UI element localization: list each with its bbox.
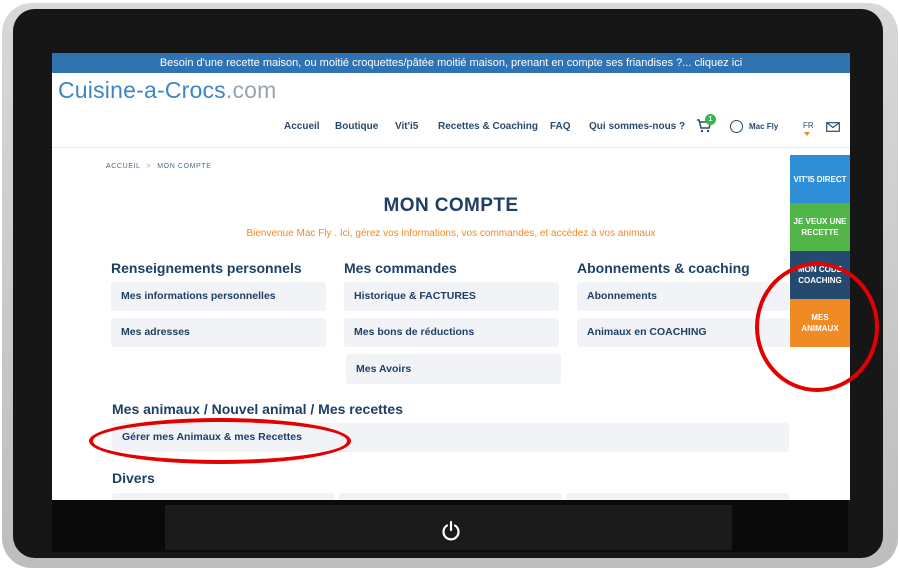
link-mes-avoirs[interactable]: Mes Avoirs [346,354,561,384]
link-mes-informations[interactable]: Mes informations personnelles [111,282,326,311]
logo-suffix: .com [225,77,277,103]
user-icon[interactable] [730,120,743,133]
mail-icon[interactable] [826,122,840,132]
breadcrumb: ACCUEIL > MON COMPTE [106,163,211,170]
side-tab-viti5-direct[interactable]: VIT'I5 DIRECT [790,155,850,203]
page-title: MON COMPTE [383,195,519,216]
highlight-ring-mes-animaux [755,262,879,392]
nav-faq[interactable]: FAQ [550,121,571,132]
side-tab-recette[interactable]: JE VEUX UNE RECETTE [790,203,850,251]
misc-card-2[interactable] [339,493,562,500]
breadcrumb-home[interactable]: ACCUEIL [106,163,141,170]
link-bons-reductions[interactable]: Mes bons de réductions [344,318,559,347]
logo-main: Cuisine-a-Crocs [58,77,226,103]
misc-card-3[interactable] [566,493,789,500]
nav-qui-sommes-nous[interactable]: Qui sommes-nous ? [589,121,685,132]
nav-accueil[interactable]: Accueil [284,121,320,132]
section-title-subscriptions: Abonnements & coaching [577,260,750,276]
section-title-personal: Renseignements personnels [111,260,302,276]
link-mes-adresses[interactable]: Mes adresses [111,318,326,347]
nav-viti5[interactable]: Vit'i5 [395,121,418,132]
section-title-misc: Divers [112,470,155,486]
nav-recettes-coaching[interactable]: Recettes & Coaching [438,121,538,132]
welcome-message: Bienvenue Mac Fly . Ici, gérez vos infor… [246,228,656,239]
highlight-ring-gerer-animaux [89,418,351,464]
chevron-down-icon [804,132,810,136]
header-divider [52,147,850,148]
link-historique-factures[interactable]: Historique & FACTURES [344,282,559,311]
language-selector[interactable]: FR [803,121,814,130]
section-title-animals: Mes animaux / Nouvel animal / Mes recett… [112,401,404,417]
misc-card-1[interactable] [112,493,335,500]
user-name[interactable]: Mac Fly [749,122,778,131]
breadcrumb-current: MON COMPTE [157,163,212,170]
cart-count-badge: 1 [705,114,716,125]
promo-banner[interactable]: Besoin d'une recette maison, ou moitié c… [52,53,850,73]
breadcrumb-separator: > [146,163,152,170]
site-logo[interactable]: Cuisine-a-Crocs.com [58,77,277,104]
nav-boutique[interactable]: Boutique [335,121,378,132]
section-title-orders: Mes commandes [344,260,457,276]
power-icon[interactable] [440,520,462,542]
